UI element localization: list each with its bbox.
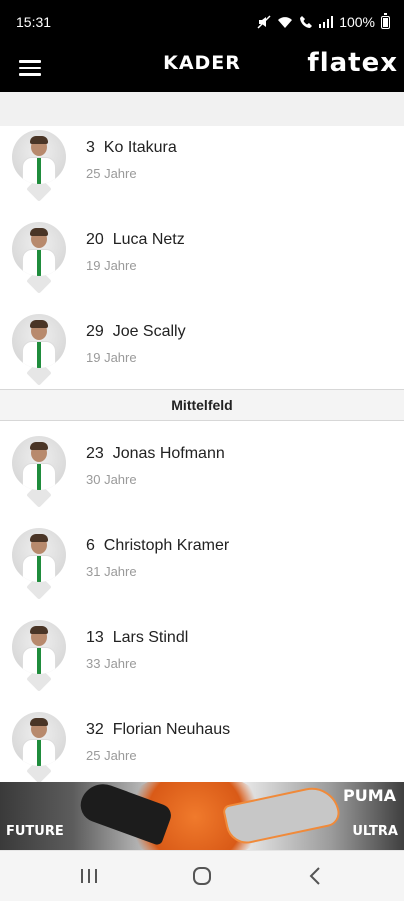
wifi-icon — [277, 16, 293, 29]
player-row[interactable]: 23 Jonas Hofmann 30 Jahre — [0, 432, 404, 524]
ad-text-future: FUTURE — [6, 824, 64, 839]
player-number: 20 — [86, 231, 104, 248]
status-bar: 15:31 100% — [0, 0, 404, 44]
status-icons: 100% — [257, 12, 390, 30]
back-icon[interactable] — [300, 863, 330, 889]
ad-banner[interactable]: FUTURE ULTRA PUMA — [0, 782, 404, 850]
player-avatar — [12, 712, 66, 766]
player-name: 29 Joe Scally — [86, 323, 186, 341]
player-fullname: Joe Scally — [112, 323, 186, 340]
player-fullname: Florian Neuhaus — [112, 721, 231, 738]
player-number: 32 — [86, 721, 104, 738]
recent-apps-icon[interactable] — [74, 863, 104, 889]
app-header: KADER flatex — [0, 44, 404, 92]
battery-percent: 100% — [339, 14, 375, 30]
player-number: 3 — [86, 139, 95, 156]
player-row[interactable]: 3 Ko Itakura 25 Jahre — [0, 126, 404, 218]
player-fullname: Lars Stindl — [112, 629, 189, 646]
ad-text-ultra: ULTRA — [352, 824, 398, 839]
player-row[interactable]: 32 Florian Neuhaus 25 Jahre — [0, 708, 404, 784]
player-name: 3 Ko Itakura — [86, 139, 177, 157]
player-avatar — [12, 528, 66, 582]
player-fullname: Ko Itakura — [103, 139, 177, 156]
player-name: 32 Florian Neuhaus — [86, 721, 230, 739]
player-name: 13 Lars Stindl — [86, 629, 188, 647]
player-name: 6 Christoph Kramer — [86, 537, 229, 555]
ad-brand-logo: PUMA — [342, 786, 396, 805]
status-time: 15:31 — [16, 14, 52, 30]
signal-icon — [319, 16, 334, 28]
player-name: 23 Jonas Hofmann — [86, 445, 225, 463]
player-age: 31 Jahre — [86, 564, 137, 579]
section-header-mittelfeld: Mittelfeld — [0, 389, 404, 421]
player-avatar — [12, 314, 66, 368]
player-number: 23 — [86, 445, 104, 462]
player-age: 33 Jahre — [86, 656, 137, 671]
player-row[interactable]: 13 Lars Stindl 33 Jahre — [0, 616, 404, 708]
player-avatar — [12, 436, 66, 490]
player-avatar — [12, 620, 66, 674]
player-fullname: Christoph Kramer — [103, 537, 230, 554]
player-avatar — [12, 130, 66, 184]
player-age: 19 Jahre — [86, 258, 137, 273]
player-number: 29 — [86, 323, 104, 340]
player-age: 30 Jahre — [86, 472, 137, 487]
player-row[interactable]: 20 Luca Netz 19 Jahre — [0, 218, 404, 310]
system-nav-bar — [0, 850, 404, 901]
mute-icon — [257, 15, 271, 29]
player-number: 13 — [86, 629, 104, 646]
player-avatar — [12, 222, 66, 276]
brand-logo: flatex — [307, 48, 398, 78]
list-top-spacer — [0, 92, 404, 127]
player-row[interactable]: 6 Christoph Kramer 31 Jahre — [0, 524, 404, 616]
player-age: 19 Jahre — [86, 350, 137, 365]
player-age: 25 Jahre — [86, 748, 137, 763]
battery-icon — [381, 12, 390, 29]
player-name: 20 Luca Netz — [86, 231, 185, 249]
player-number: 6 — [86, 537, 95, 554]
player-age: 25 Jahre — [86, 166, 137, 181]
home-icon[interactable] — [187, 863, 217, 889]
player-fullname: Luca Netz — [112, 231, 185, 248]
player-fullname: Jonas Hofmann — [112, 445, 225, 462]
call-icon — [299, 15, 313, 29]
